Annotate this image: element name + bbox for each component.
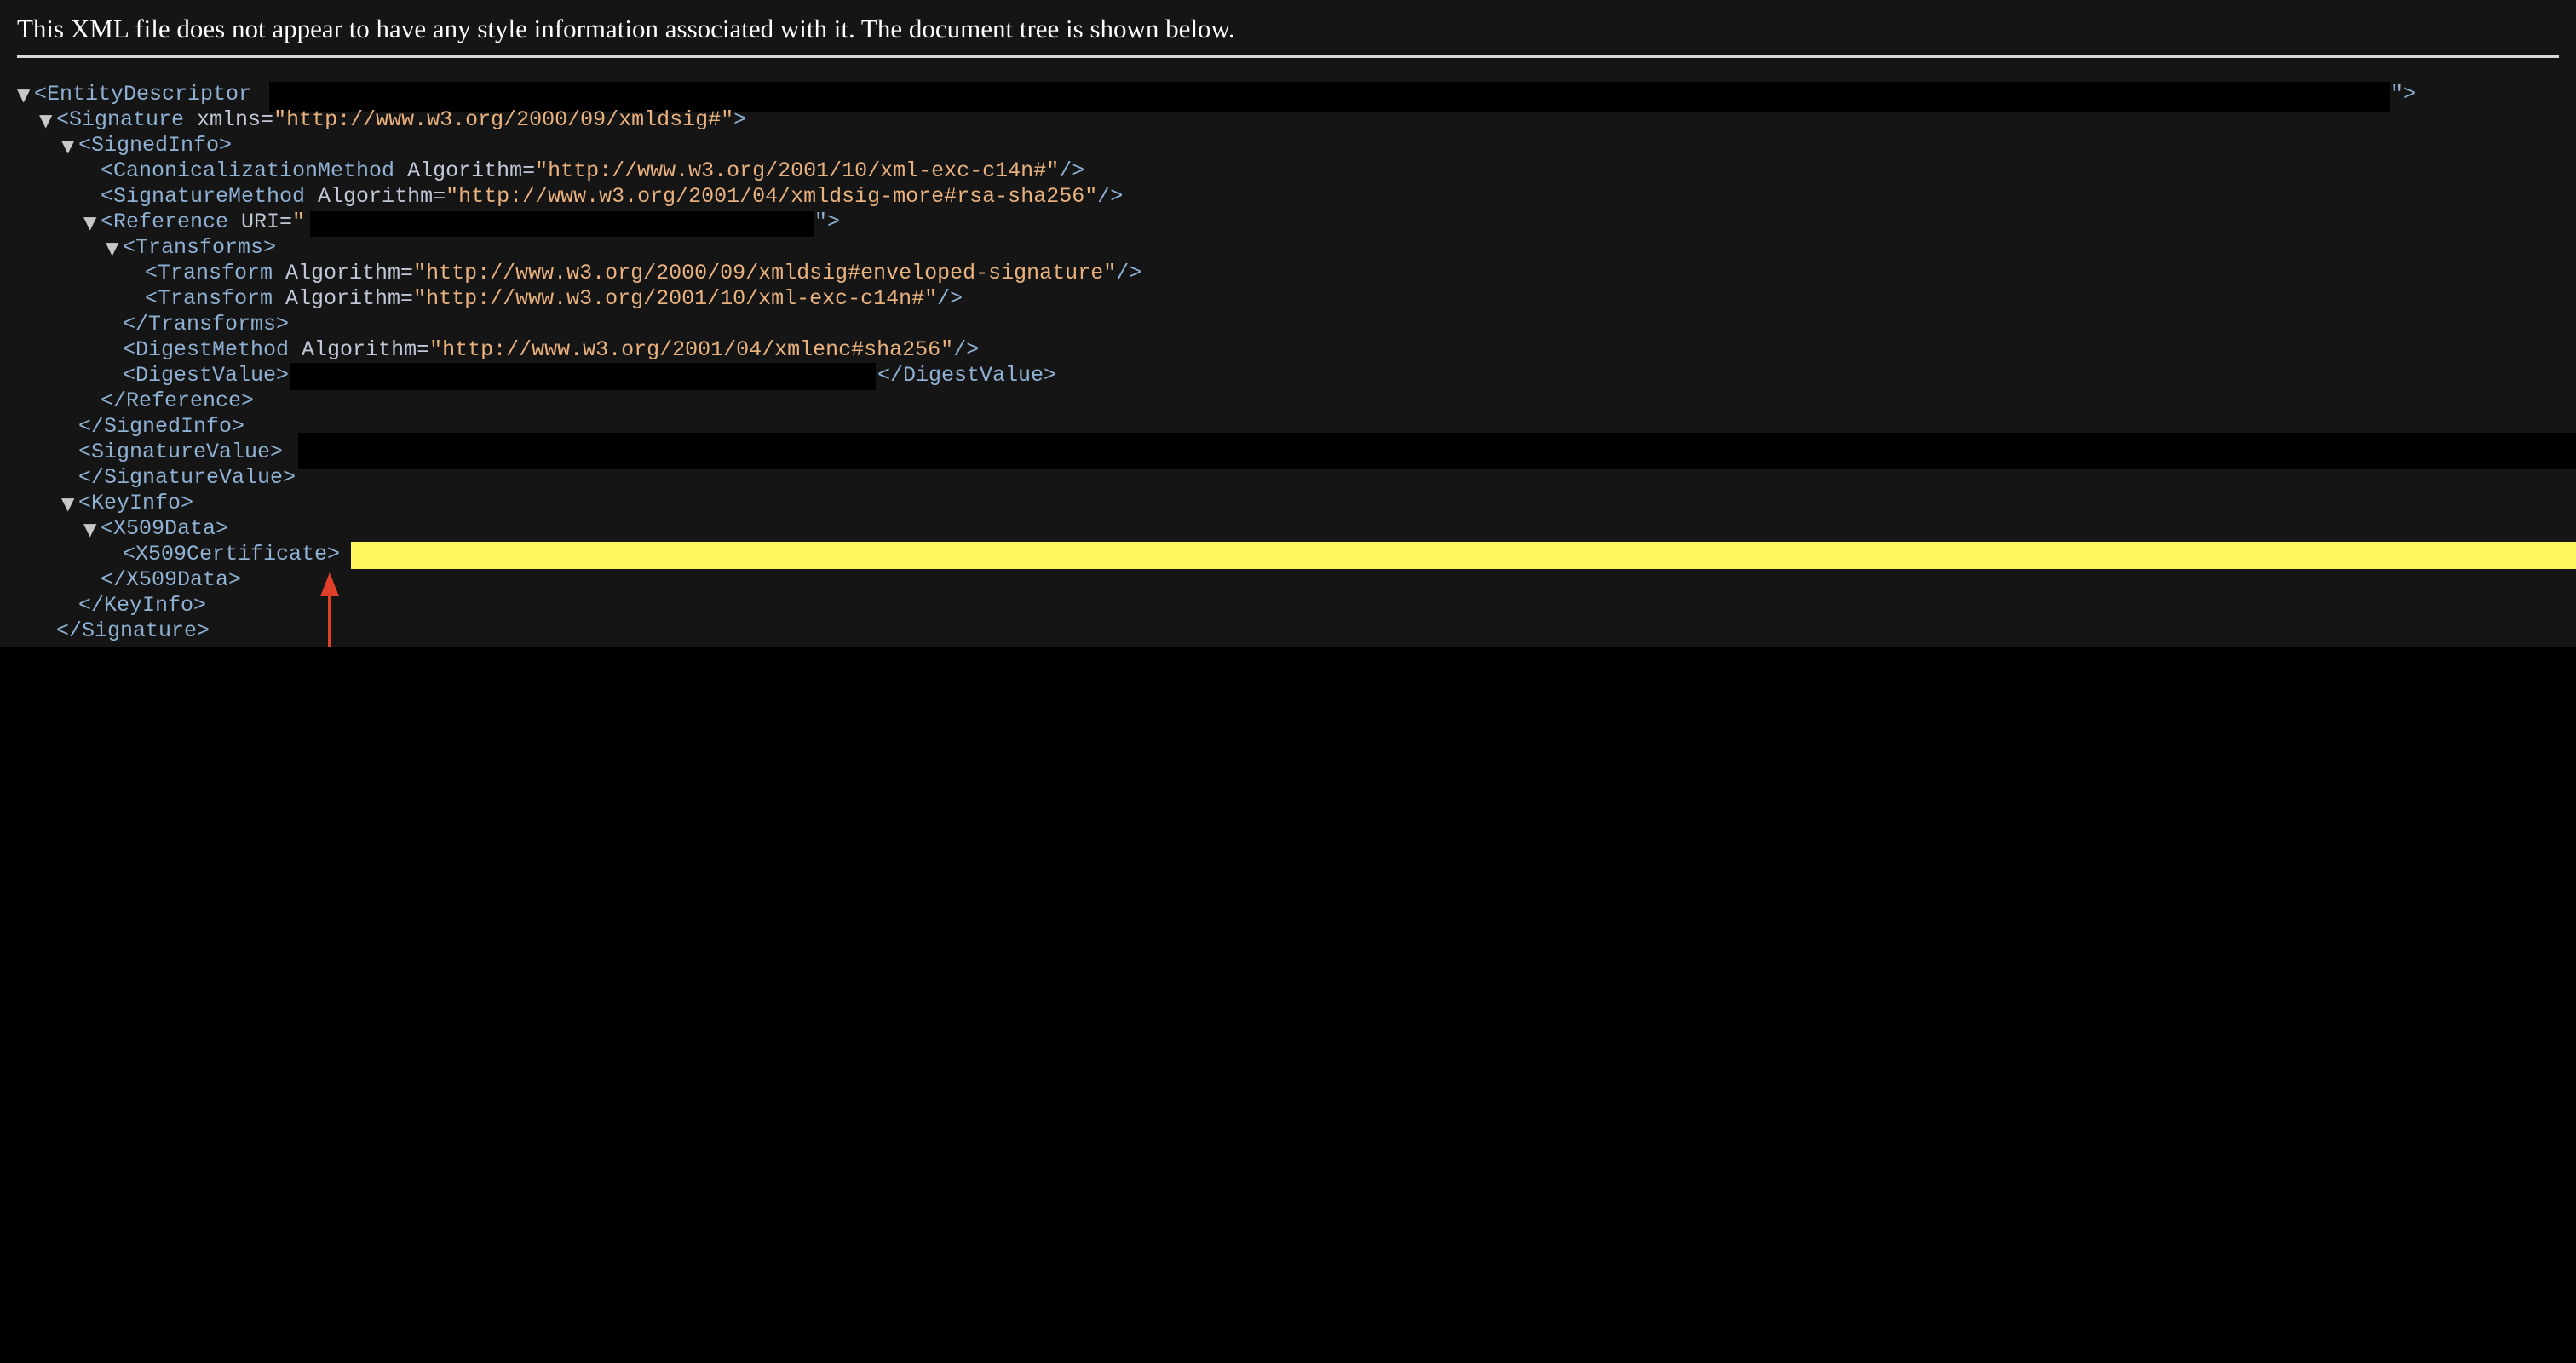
xml-line-signedinfo-close: </SignedInfo> bbox=[78, 414, 244, 440]
xml-line-transform-1: <Transform Algorithm="http://www.w3.org/… bbox=[145, 261, 1141, 286]
algorithm-value: "http://www.w3.org/2001/10/xml-exc-c14n#… bbox=[535, 158, 1060, 183]
tag-close: /> bbox=[1059, 158, 1085, 183]
signature-value-tag: <SignatureValue> bbox=[78, 440, 284, 464]
algorithm-attr: Algorithm= bbox=[289, 337, 430, 362]
tag-close: /> bbox=[1116, 261, 1142, 285]
triangle-down-icon[interactable]: ▼ bbox=[61, 133, 74, 158]
signature-tag: <Signature bbox=[56, 107, 185, 132]
transforms-close-tag: </Transforms> bbox=[123, 312, 290, 336]
triangle-down-icon[interactable]: ▼ bbox=[61, 491, 74, 516]
digest-value-tag: <DigestValue> bbox=[123, 363, 290, 388]
entity-descriptor-close: "> bbox=[2390, 82, 2417, 106]
x509data-close-tag: </X509Data> bbox=[101, 567, 242, 592]
xmlns-value: "http://www.w3.org/2000/09/xmldsig#" bbox=[273, 107, 734, 132]
xml-line-signature-value-close: </SignatureValue> bbox=[78, 465, 296, 491]
xml-line-entity-descriptor-end: "> bbox=[2390, 82, 2416, 107]
tag-close: /> bbox=[937, 286, 963, 311]
xml-line-digest-value: <DigestValue> bbox=[123, 363, 289, 388]
xml-viewer: This XML file does not appear to have an… bbox=[0, 0, 2576, 649]
digest-value-close-tag: </DigestValue> bbox=[877, 363, 1057, 388]
xml-line-reference-close: </Reference> bbox=[101, 388, 254, 414]
triangle-down-icon[interactable]: ▼ bbox=[17, 82, 30, 107]
xml-line-canonicalization: <CanonicalizationMethod Algorithm="http:… bbox=[101, 158, 1084, 184]
tag-close: /> bbox=[1097, 184, 1124, 209]
xml-line-x509data: <X509Data> bbox=[101, 516, 228, 542]
reference-close-tag: </Reference> bbox=[101, 388, 255, 413]
triangle-down-icon[interactable]: ▼ bbox=[106, 235, 118, 261]
triangle-down-icon[interactable]: ▼ bbox=[83, 210, 96, 235]
algorithm-attr: Algorithm= bbox=[394, 158, 536, 183]
canonicalization-tag: <CanonicalizationMethod bbox=[101, 158, 395, 183]
xml-line-signature-method: <SignatureMethod Algorithm="http://www.w… bbox=[101, 184, 1123, 210]
xml-line-x509data-close: </X509Data> bbox=[101, 567, 241, 593]
transform-tag: <Transform bbox=[145, 261, 273, 285]
redaction-block bbox=[310, 211, 814, 237]
uri-value-open: " bbox=[292, 210, 306, 234]
algorithm-value: "http://www.w3.org/2001/10/xml-exc-c14n#… bbox=[413, 286, 938, 311]
redaction-block bbox=[298, 433, 2576, 469]
algorithm-value: "http://www.w3.org/2000/09/xmldsig#envel… bbox=[413, 261, 1117, 285]
uri-attr: URI= bbox=[228, 210, 293, 234]
xml-line-signedinfo: <SignedInfo> bbox=[78, 133, 232, 158]
signedinfo-close-tag: </SignedInfo> bbox=[78, 414, 245, 439]
xml-line-reference-end: "> bbox=[814, 210, 840, 235]
xml-style-notice: This XML file does not appear to have an… bbox=[17, 14, 1235, 43]
xml-line-digest-value-end: </DigestValue> bbox=[877, 363, 1056, 388]
triangle-down-icon[interactable]: ▼ bbox=[39, 107, 52, 133]
signature-tag-close: > bbox=[733, 107, 747, 132]
xml-line-signature-value: <SignatureValue> bbox=[78, 440, 283, 465]
xml-line-reference: <Reference URI=" bbox=[101, 210, 305, 235]
algorithm-value: "http://www.w3.org/2001/04/xmlenc#sha256… bbox=[429, 337, 954, 362]
algorithm-attr: Algorithm= bbox=[273, 261, 414, 285]
xml-line-transforms: <Transforms> bbox=[123, 235, 276, 261]
xml-line-transform-2: <Transform Algorithm="http://www.w3.org/… bbox=[145, 286, 963, 312]
xml-line-transforms-close: </Transforms> bbox=[123, 312, 289, 337]
signature-method-tag: <SignatureMethod bbox=[101, 184, 306, 209]
digest-method-tag: <DigestMethod bbox=[123, 337, 290, 362]
xml-line-signature-close: </Signature> bbox=[56, 618, 210, 644]
transform-tag: <Transform bbox=[145, 286, 273, 311]
signedinfo-tag: <SignedInfo> bbox=[78, 133, 233, 158]
redaction-block bbox=[290, 363, 876, 390]
xml-line-digest-method: <DigestMethod Algorithm="http://www.w3.o… bbox=[123, 337, 979, 363]
signature-close-tag: </Signature> bbox=[56, 618, 210, 643]
blank-region bbox=[0, 647, 2576, 1363]
header-divider bbox=[17, 55, 2559, 58]
xml-line-signature: <Signature xmlns="http://www.w3.org/2000… bbox=[56, 107, 746, 133]
xml-line-keyinfo-close: </KeyInfo> bbox=[78, 593, 206, 618]
triangle-down-icon[interactable]: ▼ bbox=[83, 516, 96, 542]
entity-descriptor-tag: <EntityDescriptor bbox=[34, 82, 252, 106]
keyinfo-close-tag: </KeyInfo> bbox=[78, 593, 207, 618]
xml-line-entity-descriptor: <EntityDescriptor bbox=[34, 82, 251, 107]
tag-close: /> bbox=[953, 337, 980, 362]
x509certificate-tag: <X509Certificate> bbox=[123, 542, 341, 566]
transforms-tag: <Transforms> bbox=[123, 235, 277, 260]
algorithm-attr: Algorithm= bbox=[273, 286, 414, 311]
certificate-value-highlight[interactable] bbox=[351, 542, 2576, 569]
keyinfo-tag: <KeyInfo> bbox=[78, 491, 194, 515]
signature-value-close-tag: </SignatureValue> bbox=[78, 465, 296, 490]
xml-line-keyinfo: <KeyInfo> bbox=[78, 491, 193, 516]
algorithm-attr: Algorithm= bbox=[305, 184, 446, 209]
reference-tag: <Reference bbox=[101, 210, 229, 234]
x509data-tag: <X509Data> bbox=[101, 516, 229, 541]
xmlns-attr: xmlns= bbox=[184, 107, 274, 132]
algorithm-value: "http://www.w3.org/2001/04/xmldsig-more#… bbox=[446, 184, 1098, 209]
xml-line-x509certificate: <X509Certificate> bbox=[123, 542, 340, 567]
reference-tag-close: "> bbox=[814, 210, 841, 234]
